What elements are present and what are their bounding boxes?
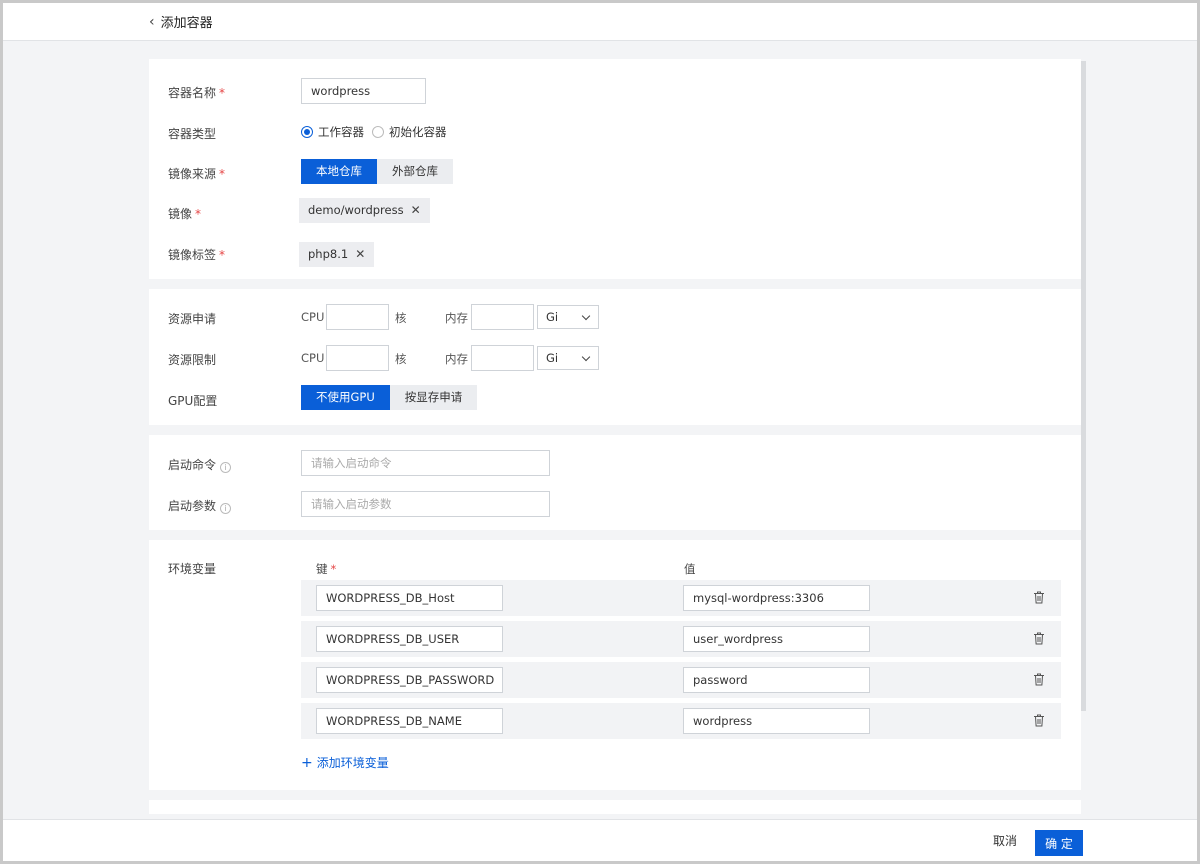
key-header: 键 * <box>316 562 337 576</box>
tag-value: php8.1 <box>308 247 349 261</box>
resource-limit-label: 资源限制 <box>168 353 217 367</box>
env-value-input[interactable]: password <box>683 667 870 693</box>
env-key-input[interactable]: WORDPRESS_DB_USER <box>316 626 503 652</box>
startup-args-label: 启动参数 i <box>168 497 232 514</box>
basic-info-card: 容器名称 * wordpress 容器类型 工作容器 初始化容器 镜像来源 * 本地… <box>149 59 1081 279</box>
cpu-request-input[interactable] <box>326 304 389 330</box>
env-key-input[interactable]: WORDPRESS_DB_Host <box>316 585 503 611</box>
radio-checked-icon <box>301 126 313 138</box>
form-content: 容器名称 * wordpress 容器类型 工作容器 初始化容器 镜像来源 * 本地… <box>149 59 1081 814</box>
image-value: demo/wordpress <box>308 203 404 217</box>
image-tag-label: 镜像标签 * <box>168 248 226 262</box>
page-header: ‹ 添加容器 <box>3 3 1197 41</box>
scrollbar[interactable] <box>1081 61 1086 711</box>
page-title: 添加容器 <box>160 16 213 31</box>
env-value-input[interactable]: user_wordpress <box>683 626 870 652</box>
next-section-card <box>149 800 1081 814</box>
env-label: 环境变量 <box>168 562 217 576</box>
startup-command-label: 启动命令 i <box>168 456 232 473</box>
required-mark: * <box>330 562 337 576</box>
value-header: 值 <box>684 562 696 576</box>
core-unit: 核 <box>395 352 407 366</box>
unit-value: Gi <box>546 351 559 365</box>
env-row: WORDPRESS_DB_PASSWORD password <box>301 662 1061 698</box>
gpu-config-switch: 不使用GPU 按显存申请 <box>301 385 478 410</box>
memory-limit-input[interactable] <box>471 345 534 371</box>
remove-tag-icon[interactable]: ✕ <box>355 242 365 267</box>
add-env-label: 添加环境变量 <box>316 756 389 770</box>
resources-card: 资源申请 CPU 核 内存 Gi 资源限制 CPU 核 内存 Gi GPU配置 … <box>149 289 1081 425</box>
no-gpu-option[interactable]: 不使用GPU <box>301 385 390 410</box>
resource-request-label: 资源申请 <box>168 312 217 326</box>
info-icon[interactable]: i <box>220 462 232 473</box>
env-key-input[interactable]: WORDPRESS_DB_NAME <box>316 708 503 734</box>
plus-icon: + <box>301 754 313 771</box>
chevron-down-icon <box>581 352 591 362</box>
radio-unchecked-icon <box>372 126 384 138</box>
startup-command-input[interactable]: 请输入启动命令 <box>301 450 550 476</box>
memory-label: 内存 <box>445 311 468 325</box>
env-row: WORDPRESS_DB_USER user_wordpress <box>301 621 1061 657</box>
required-mark: * <box>195 207 202 221</box>
footer-bar: 取消 确 定 <box>3 819 1197 861</box>
container-type-label: 容器类型 <box>168 127 217 141</box>
radio-label: 初始化容器 <box>389 125 447 139</box>
confirm-button[interactable]: 确 定 <box>1035 830 1083 856</box>
image-source-switch: 本地仓库 外部仓库 <box>301 159 453 184</box>
image-version-tag: php8.1 ✕ <box>299 242 375 267</box>
cpu-limit-input[interactable] <box>326 345 389 371</box>
image-label: 镜像 * <box>168 207 202 221</box>
gpu-memory-option[interactable]: 按显存申请 <box>389 385 478 410</box>
add-env-button[interactable]: + 添加环境变量 <box>301 754 389 771</box>
required-mark: * <box>219 167 226 181</box>
window-frame: ‹ 添加容器 容器名称 * wordpress 容器类型 工作容器 初始化容器 镜… <box>0 0 1200 864</box>
memory-request-input[interactable] <box>471 304 534 330</box>
info-icon[interactable]: i <box>220 503 232 514</box>
unit-value: Gi <box>546 310 559 324</box>
trash-icon[interactable] <box>1033 714 1045 727</box>
chevron-down-icon <box>581 311 591 321</box>
env-key-input[interactable]: WORDPRESS_DB_PASSWORD <box>316 667 503 693</box>
cpu-label: CPU <box>301 310 325 324</box>
required-mark: * <box>219 86 226 100</box>
memory-unit-select[interactable]: Gi <box>537 305 599 329</box>
external-registry-option[interactable]: 外部仓库 <box>377 159 453 184</box>
image-tag: demo/wordpress ✕ <box>299 198 430 223</box>
radio-label: 工作容器 <box>318 125 364 139</box>
gpu-config-label: GPU配置 <box>168 394 218 408</box>
image-source-label: 镜像来源 * <box>168 167 226 181</box>
cpu-label: CPU <box>301 351 325 365</box>
env-card: 环境变量 键 * 值 WORDPRESS_DB_Host mysql-wordpr… <box>149 540 1081 790</box>
radio-work-container[interactable]: 工作容器 <box>301 124 364 140</box>
env-row: WORDPRESS_DB_NAME wordpress <box>301 703 1061 739</box>
required-mark: * <box>219 248 226 262</box>
remove-image-icon[interactable]: ✕ <box>411 198 421 223</box>
container-name-input[interactable]: wordpress <box>301 78 426 104</box>
container-name-label: 容器名称 * <box>168 86 226 100</box>
local-registry-option[interactable]: 本地仓库 <box>301 159 377 184</box>
startup-card: 启动命令 i 请输入启动命令 启动参数 i 请输入启动参数 <box>149 435 1081 530</box>
trash-icon[interactable] <box>1033 632 1045 645</box>
env-value-input[interactable]: mysql-wordpress:3306 <box>683 585 870 611</box>
env-row: WORDPRESS_DB_Host mysql-wordpress:3306 <box>301 580 1061 616</box>
trash-icon[interactable] <box>1033 673 1045 686</box>
memory-label: 内存 <box>445 352 468 366</box>
back-button[interactable]: ‹ 添加容器 <box>149 12 213 32</box>
radio-init-container[interactable]: 初始化容器 <box>372 124 447 140</box>
trash-icon[interactable] <box>1033 591 1045 604</box>
cancel-button[interactable]: 取消 <box>993 832 1017 849</box>
env-value-input[interactable]: wordpress <box>683 708 870 734</box>
startup-args-input[interactable]: 请输入启动参数 <box>301 491 550 517</box>
chevron-left-icon: ‹ <box>149 13 155 30</box>
core-unit: 核 <box>395 311 407 325</box>
memory-limit-unit-select[interactable]: Gi <box>537 346 599 370</box>
